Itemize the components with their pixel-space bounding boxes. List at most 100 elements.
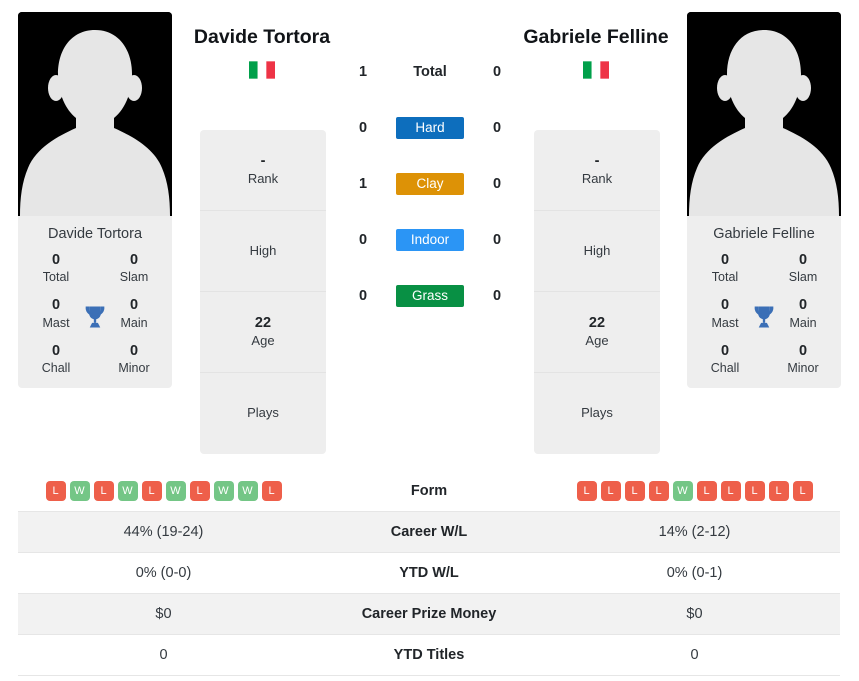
titles-slam-left: 0 Slam — [119, 252, 149, 285]
surface-score-right-indoor: 0 — [492, 232, 502, 248]
titles-total-right: 0 Total — [711, 252, 739, 285]
form-badge-win[interactable]: W — [165, 481, 186, 501]
comparison-value-right: 0% (0-1) — [666, 565, 723, 581]
surface-score-right-grass: 0 — [492, 288, 502, 304]
info-card-right: - Rank High 22 Age Plays — [534, 130, 660, 454]
player-photo-left — [18, 12, 172, 216]
trophy-icon — [85, 306, 105, 328]
form-strip-right: LLLLWLLLLL — [549, 481, 840, 501]
avatar-silhouette-icon — [18, 12, 172, 216]
form-badge-win[interactable]: W — [69, 481, 90, 501]
form-badge-loss[interactable]: L — [45, 481, 66, 501]
titles-grid-right: 0 Total 0 Slam 0 Mast 0 Main 0 Chall 0 M… — [693, 251, 835, 376]
surface-row-grass: 0 Grass 0 — [340, 282, 520, 310]
table-row: 0 YTD Titles 0 — [18, 635, 840, 676]
surface-row-indoor: 0 Indoor 0 — [340, 226, 520, 254]
surface-row-total: 1 Total 0 — [340, 58, 520, 86]
form-badge-loss[interactable]: L — [768, 481, 789, 501]
comparison-row-label: Form — [410, 483, 448, 499]
surface-label-wrap-hard: Hard — [386, 117, 474, 139]
comparison-value-right: LLLLWLLLLL — [549, 481, 840, 501]
player-name-header-left: Davide Tortora — [162, 26, 362, 79]
surface-score-right-hard: 0 — [492, 120, 502, 136]
form-badge-loss[interactable]: L — [624, 481, 645, 501]
form-badge-loss[interactable]: L — [189, 481, 210, 501]
surface-badge-indoor[interactable]: Indoor — [396, 229, 464, 251]
surface-score-right-total: 0 — [492, 64, 502, 80]
titles-mast-left: 0 Mast — [42, 297, 70, 330]
form-badge-loss[interactable]: L — [720, 481, 741, 501]
info-high-right: High — [534, 211, 660, 292]
surface-row-clay: 1 Clay 0 — [340, 170, 520, 198]
player-card-name-right: Gabriele Felline — [713, 226, 815, 242]
titles-grid-left: 0 Total 0 Slam 0 Mast 0 Main 0 Chall 0 M… — [24, 251, 166, 376]
table-row: 0% (0-0) YTD W/L 0% (0-1) — [18, 553, 840, 594]
info-plays-left: Plays — [247, 405, 279, 421]
comparison-value-left: LWLWLWLWWL — [18, 481, 309, 501]
titles-minor-left: 0 Minor — [118, 342, 150, 375]
surface-score-left-total: 1 — [358, 64, 368, 80]
comparison-value-left: 0% (0-0) — [135, 565, 192, 581]
comparison-table: L W L W L W L W W L Form L L L L W L L L L L 44% (19-24) Caree… — [18, 471, 840, 676]
surface-label-wrap-clay: Clay — [386, 173, 474, 195]
form-badge-win[interactable]: W — [213, 481, 234, 501]
surface-label-wrap-grass: Grass — [386, 285, 474, 307]
titles-card-right: Gabriele Felline 0 Total 0 Slam 0 Mast 0… — [687, 216, 841, 389]
form-badge-loss[interactable]: L — [744, 481, 765, 501]
comparison-value-left: 0 — [159, 647, 168, 663]
table-row: $0 Career Prize Money $0 — [18, 594, 840, 635]
surface-badge-clay[interactable]: Clay — [396, 173, 464, 195]
titles-row-total-slam-left: 0 Total 0 Slam — [24, 251, 166, 285]
table-row: L W L W L W L W W L Form L L L L W L L L L L — [18, 471, 840, 512]
surface-breakdown: 1 Total 0 0 Hard 0 1 Clay 0 0 Indoor 0 0 Grass 0 — [340, 58, 520, 310]
form-badge-win[interactable]: W — [117, 481, 138, 501]
form-badge-loss[interactable]: L — [141, 481, 162, 501]
surface-label-wrap-total: Total — [386, 64, 474, 80]
titles-row-chall-minor-left: 0 Chall 0 Minor — [24, 342, 166, 376]
comparison-row-label: YTD Titles — [393, 647, 465, 663]
form-badge-loss[interactable]: L — [93, 481, 114, 501]
titles-card-left: Davide Tortora 0 Total 0 Slam 0 Mast 0 M… — [18, 216, 172, 389]
surface-label-total: Total — [413, 64, 447, 80]
player-name-left[interactable]: Davide Tortora — [162, 26, 362, 49]
comparison-row-label: YTD W/L — [399, 565, 459, 581]
player-card-right[interactable]: Gabriele Felline 0 Total 0 Slam 0 Mast 0… — [687, 12, 841, 389]
titles-chall-right: 0 Chall — [710, 342, 740, 375]
titles-main-left: 0 Main — [120, 297, 148, 330]
titles-total-left: 0 Total — [42, 252, 70, 285]
titles-minor-right: 0 Minor — [787, 342, 819, 375]
avatar-silhouette-icon — [687, 12, 841, 216]
form-badge-loss[interactable]: L — [261, 481, 282, 501]
surface-label-wrap-indoor: Indoor — [386, 229, 474, 251]
comparison-value-right: 0 — [690, 647, 699, 663]
info-rank-left: - Rank — [200, 130, 326, 211]
surface-score-right-clay: 0 — [492, 176, 502, 192]
form-badge-win[interactable]: W — [672, 481, 693, 501]
titles-mast-right: 0 Mast — [711, 297, 739, 330]
info-plays-right: Plays — [581, 405, 613, 421]
italy-flag-icon — [249, 61, 275, 79]
form-badge-loss[interactable]: L — [696, 481, 717, 501]
surface-badge-hard[interactable]: Hard — [396, 117, 464, 139]
surface-score-left-clay: 1 — [358, 176, 368, 192]
titles-main-right: 0 Main — [789, 297, 817, 330]
form-badge-loss[interactable]: L — [600, 481, 621, 501]
player-card-left[interactable]: Davide Tortora 0 Total 0 Slam 0 Mast 0 M… — [18, 12, 172, 389]
info-age-left: 22 Age — [200, 292, 326, 373]
comparison-row-label: Career Prize Money — [361, 606, 497, 622]
player-name-right[interactable]: Gabriele Felline — [496, 26, 696, 49]
surface-score-left-hard: 0 — [358, 120, 368, 136]
form-badge-loss[interactable]: L — [792, 481, 813, 501]
top-section: Davide Tortora 0 Total 0 Slam 0 Mast 0 M… — [0, 0, 859, 462]
comparison-value-right: $0 — [686, 606, 703, 622]
surface-badge-grass[interactable]: Grass — [396, 285, 464, 307]
player-name-header-right: Gabriele Felline — [496, 26, 696, 79]
surface-score-left-grass: 0 — [358, 288, 368, 304]
form-strip-left: LWLWLWLWWL — [18, 481, 309, 501]
surface-row-hard: 0 Hard 0 — [340, 114, 520, 142]
form-badge-loss[interactable]: L — [576, 481, 597, 501]
form-badge-loss[interactable]: L — [648, 481, 669, 501]
info-card-left: - Rank High 22 Age Plays — [200, 130, 326, 454]
form-badge-win[interactable]: W — [237, 481, 258, 501]
info-rank-right: - Rank — [534, 130, 660, 211]
